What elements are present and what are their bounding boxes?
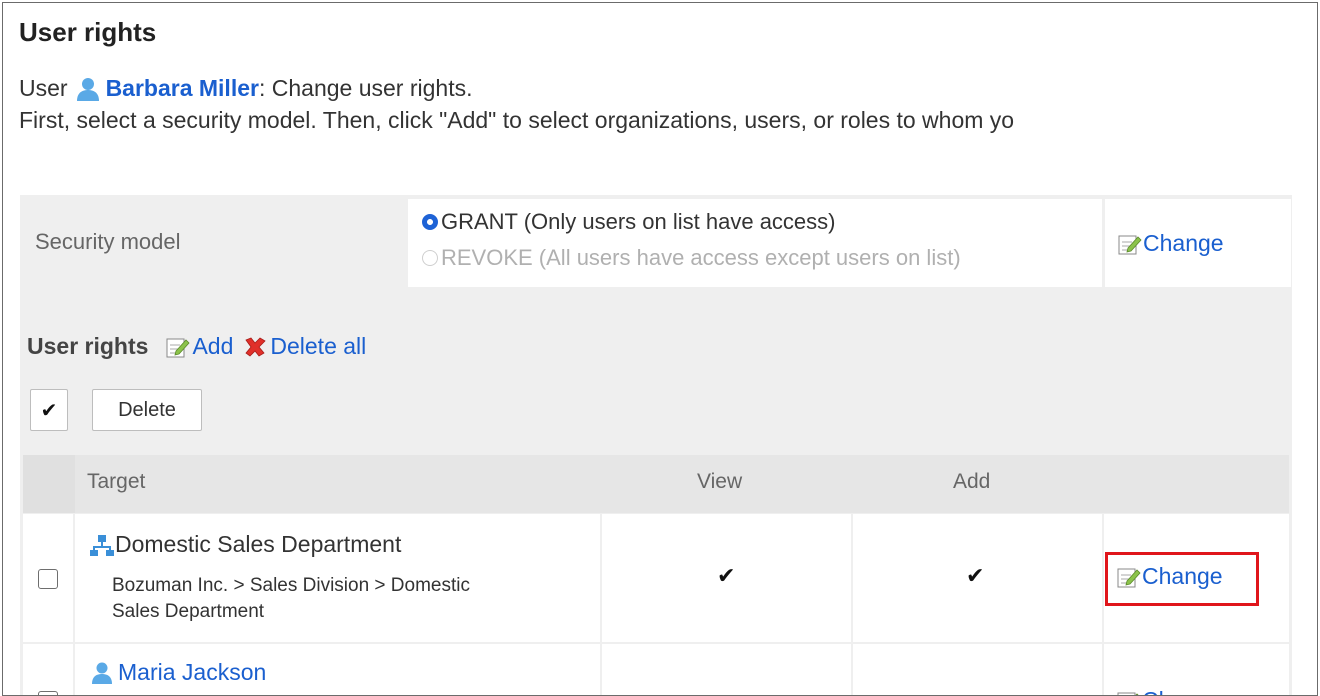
edit-icon — [166, 336, 190, 358]
revoke-radio[interactable] — [422, 250, 438, 266]
add-link[interactable]: Add — [166, 333, 233, 360]
user-prefix: User — [19, 75, 68, 101]
grant-label: GRANT (Only users on list have access) — [441, 209, 836, 234]
edit-icon — [1117, 690, 1141, 695]
row1-target[interactable]: Domestic Sales Department — [89, 531, 401, 558]
revoke-option[interactable]: REVOKE (All users have access except use… — [422, 245, 961, 271]
column-view: View — [697, 470, 743, 493]
column-target: Target — [87, 470, 146, 493]
select-all-button[interactable]: ✔ — [30, 389, 68, 431]
instructions-text: First, select a security model. Then, cl… — [19, 107, 1015, 133]
row1-add-check-icon: ✔ — [966, 563, 985, 588]
user-line: User Barbara Miller : Change user rights… — [19, 75, 472, 102]
delete-all-label: Delete all — [270, 333, 367, 359]
row2-view-cell — [602, 644, 851, 695]
security-model-change-cell: Change — [1105, 199, 1291, 287]
select-all-check-icon: ✔ — [40, 399, 58, 422]
row1-target-name[interactable]: Domestic Sales Department — [115, 531, 401, 558]
row2-target-name[interactable]: Maria Jackson — [118, 659, 266, 686]
security-change-label: Change — [1143, 230, 1224, 256]
highlight-annotation — [1105, 552, 1259, 606]
column-add: Add — [953, 470, 991, 493]
add-label: Add — [192, 333, 234, 359]
security-model-label: Security model — [35, 229, 181, 254]
security-change-link[interactable]: Change — [1118, 230, 1224, 257]
row2-change-label: Change — [1142, 687, 1223, 695]
user-icon — [89, 661, 115, 685]
user-rights-header: User rights Add Delete all — [27, 333, 376, 360]
user-rights-window: User rights User Barbara Miller : Change… — [2, 2, 1318, 696]
user-name-link[interactable]: Barbara Miller — [106, 75, 259, 102]
row1-checkbox[interactable] — [38, 569, 58, 589]
revoke-label: REVOKE (All users have access except use… — [441, 245, 961, 270]
page-title: User rights — [19, 17, 157, 47]
delete-button[interactable]: Delete — [92, 389, 202, 431]
delete-icon — [243, 336, 267, 358]
user-suffix: : Change user rights. — [258, 75, 473, 101]
row2-target[interactable]: Maria Jackson — [89, 659, 266, 686]
edit-icon — [1118, 233, 1142, 255]
organization-icon — [89, 533, 115, 557]
table-header-main — [75, 455, 1289, 513]
security-model-options: GRANT (Only users on list have access) R… — [408, 199, 1102, 287]
row2-add-cell — [853, 644, 1102, 695]
delete-all-link[interactable]: Delete all — [243, 333, 366, 360]
row2-change-link[interactable]: Change — [1117, 687, 1223, 695]
row1-path: Bozuman Inc. > Sales Division > Domestic… — [112, 573, 592, 625]
row2-select-cell — [23, 644, 73, 695]
row1-path-line2: Sales Department — [112, 601, 265, 622]
row2-checkbox[interactable] — [38, 691, 58, 695]
user-icon — [74, 76, 102, 102]
grant-radio[interactable] — [422, 214, 438, 230]
row1-view-check-icon: ✔ — [717, 563, 736, 588]
row1-path-line1: Bozuman Inc. > Sales Division > Domestic — [112, 575, 470, 596]
grant-option[interactable]: GRANT (Only users on list have access) — [422, 209, 836, 235]
user-rights-heading: User rights — [27, 333, 149, 359]
